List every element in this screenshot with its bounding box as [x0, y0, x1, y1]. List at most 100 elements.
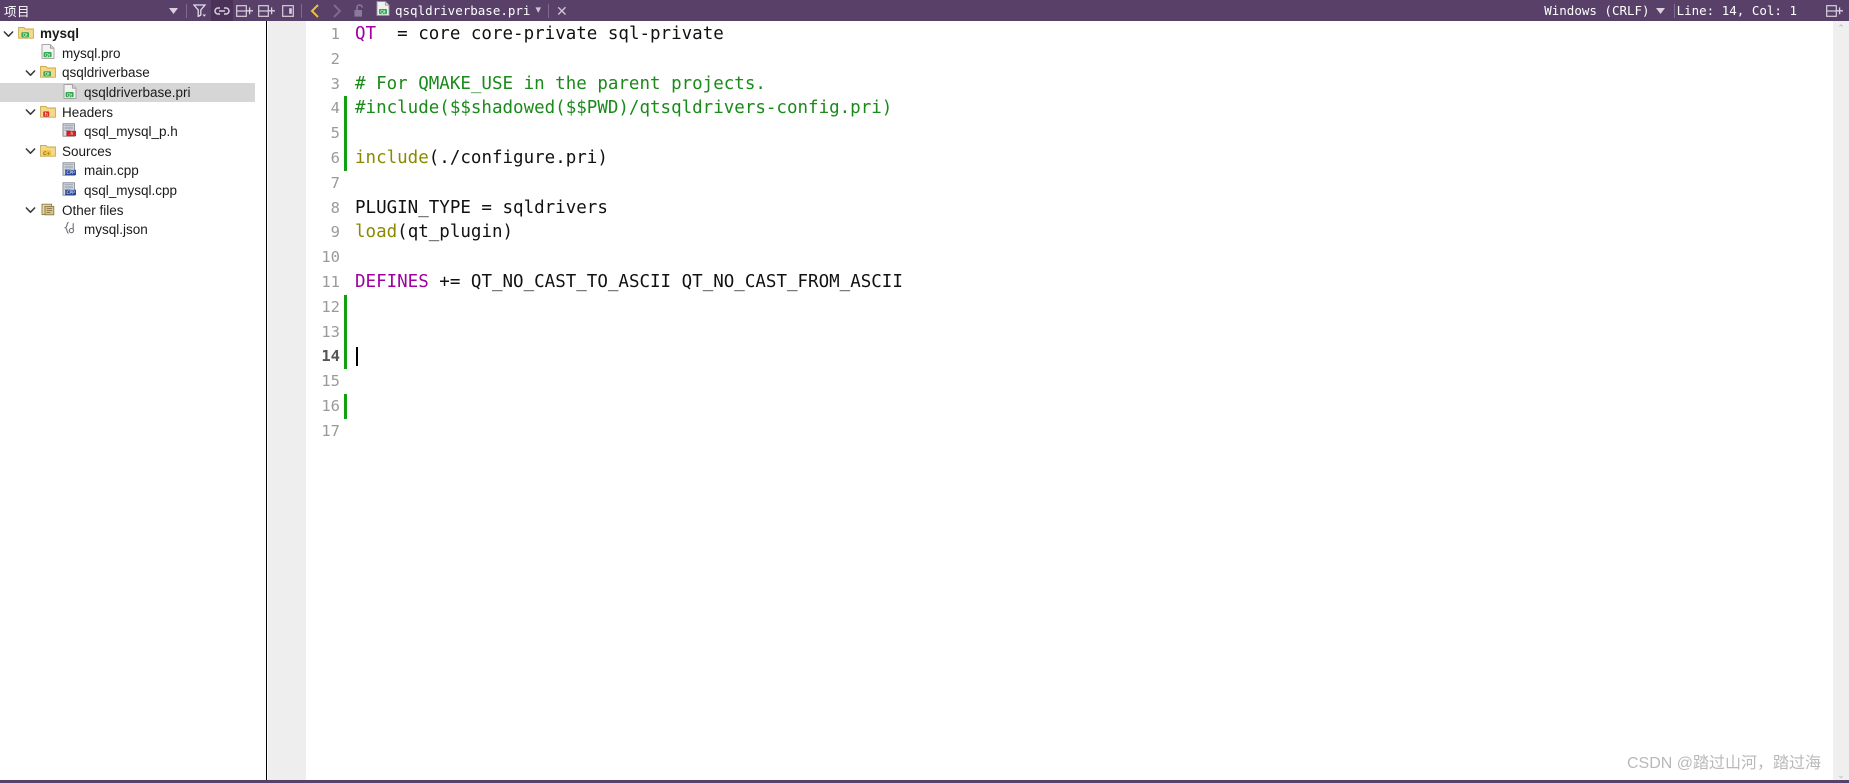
link-with-editor-icon[interactable] — [211, 0, 233, 21]
code-line[interactable]: 9 load(qt_plugin) — [306, 220, 1849, 245]
code-line-text: # For QMAKE_USE in the parent projects. — [347, 72, 766, 97]
tree-item-icon-wrap: h — [38, 104, 57, 121]
tree-item-other-files[interactable]: Other files — [0, 200, 255, 220]
chevron-down-icon[interactable] — [3, 30, 14, 38]
code-line[interactable]: 3 # For QMAKE_USE in the parent projects. — [306, 72, 1849, 97]
filter-dropdown-caret-icon[interactable] — [162, 0, 184, 21]
tree-item-mysql-json[interactable]: mysql.json — [0, 220, 255, 240]
navigate-back-icon[interactable] — [304, 0, 326, 21]
qt-creator-window: 项目 Qt qsqldriverbase.pri ▾ ✕ Windows (CR… — [0, 0, 1849, 783]
cpp-file-icon: CPP — [62, 182, 77, 199]
line-number: 11 — [321, 272, 340, 291]
chevron-down-icon[interactable]: ▾ — [535, 5, 541, 16]
code-token: # For QMAKE_USE in the parent projects. — [355, 73, 766, 94]
filter-icon[interactable] — [189, 0, 211, 21]
line-ending-selector[interactable]: Windows (CRLF) — [1544, 3, 1649, 18]
code-line[interactable]: 11 DEFINES += QT_NO_CAST_TO_ASCII QT_NO_C… — [306, 270, 1849, 295]
line-number: 4 — [330, 99, 340, 118]
code-token: include — [355, 147, 429, 168]
svg-text:Qt: Qt — [44, 72, 49, 78]
code-line[interactable]: 5 — [306, 121, 1849, 146]
code-line[interactable]: 2 — [306, 47, 1849, 72]
code-line[interactable]: 4 #include($$shadowed($$PWD)/qtsqldrivers… — [306, 96, 1849, 122]
tree-item-main-cpp[interactable]: CPP main.cpp — [0, 161, 255, 181]
tree-item-label: qsqldriverbase.pri — [84, 85, 191, 101]
change-marker — [344, 319, 347, 345]
code-line[interactable]: 6 include(./configure.pri) — [306, 145, 1849, 171]
qt-project-folder-icon: Qt — [17, 25, 34, 42]
tree-item-mysql-pro[interactable]: Qt mysql.pro — [0, 44, 255, 64]
tree-item-icon-wrap: CPP — [60, 182, 79, 199]
expand-arrow[interactable] — [22, 147, 38, 155]
scroll-down-icon[interactable]: ⌄ — [1833, 771, 1849, 780]
expand-arrow[interactable] — [22, 108, 38, 116]
change-marker — [344, 47, 347, 72]
scroll-up-icon[interactable]: ⌃ — [1833, 24, 1849, 33]
line-number: 14 — [321, 347, 340, 366]
expand-arrow[interactable] — [0, 30, 16, 38]
code-editor[interactable]: 1 QT = core core-private sql-private 2 3 # F… — [255, 21, 1849, 783]
tree-item-icon-wrap: Qt — [60, 83, 79, 102]
unlock-icon[interactable] — [348, 0, 370, 21]
headers-folder-icon: h — [39, 104, 56, 121]
tree-item-sources[interactable]: C+ Sources — [0, 142, 255, 162]
toolbar-divider — [301, 3, 302, 18]
code-line[interactable]: 15 — [306, 369, 1849, 394]
editor-tab-qsqldriverbase-pri[interactable]: Qt qsqldriverbase.pri ▾ ✕ — [370, 0, 572, 21]
tree-item-qsql-mysql-cpp[interactable]: CPP qsql_mysql.cpp — [0, 181, 255, 201]
code-line-text: QT = core core-private sql-private — [347, 22, 724, 47]
code-line[interactable]: 1 QT = core core-private sql-private — [306, 22, 1849, 47]
split-add-icon[interactable] — [1823, 0, 1845, 21]
code-line[interactable]: 12 — [306, 294, 1849, 320]
split-add-icon[interactable] — [233, 0, 255, 21]
line-number: 8 — [330, 198, 340, 217]
code-token: += QT_NO_CAST_TO_ASCII QT_NO_CAST_FROM_A… — [428, 271, 903, 292]
chevron-down-icon[interactable] — [1650, 0, 1672, 21]
cursor-position-indicator[interactable]: Line: 14, Col: 1 — [1677, 3, 1797, 18]
json-file-icon — [62, 221, 77, 238]
split-add-icon[interactable] — [255, 0, 277, 21]
close-icon[interactable]: ✕ — [556, 4, 568, 18]
chevron-down-icon[interactable] — [25, 206, 36, 214]
code-line[interactable]: 10 — [306, 245, 1849, 270]
svg-text:.h: .h — [69, 131, 73, 137]
project-tree[interactable]: Qt mysql Qt mysql.pro Qt qsqldriverbase Qt qsql… — [0, 21, 255, 783]
tree-item-icon-wrap — [38, 202, 57, 219]
tree-item-label: main.cpp — [84, 163, 139, 179]
tree-item-mysql[interactable]: Qt mysql — [0, 24, 255, 44]
tree-item-label: qsql_mysql.cpp — [84, 183, 178, 199]
code-text-area[interactable]: 1 QT = core core-private sql-private 2 3 # F… — [306, 21, 1849, 783]
toolbar-divider — [186, 3, 187, 18]
chevron-down-icon[interactable] — [25, 69, 36, 77]
project-panel-title: 项目 — [4, 5, 31, 19]
code-token: DEFINES — [355, 271, 429, 292]
other-files-folder-icon — [40, 202, 56, 219]
line-number-gutter — [268, 21, 306, 783]
tree-item-qsql-mysql-p-h[interactable]: .h qsql_mysql_p.h — [0, 122, 255, 142]
chevron-down-icon[interactable] — [25, 147, 36, 155]
toolbar-divider — [1673, 3, 1675, 18]
tree-item-icon-wrap: Qt — [38, 44, 57, 62]
editor-bookmark-gutter[interactable] — [255, 21, 267, 783]
close-split-icon[interactable] — [277, 0, 299, 21]
chevron-down-icon[interactable] — [25, 108, 36, 116]
tree-item-icon-wrap: Qt — [16, 25, 35, 42]
code-line[interactable]: 13 — [306, 319, 1849, 345]
expand-arrow[interactable] — [22, 206, 38, 214]
qt-project-folder-icon: Qt — [39, 64, 56, 81]
code-line[interactable]: 8 PLUGIN_TYPE = sqldrivers — [306, 196, 1849, 221]
code-line[interactable]: 16 — [306, 393, 1849, 419]
tree-item-qsqldriverbase-pri[interactable]: Qt qsqldriverbase.pri — [0, 82, 255, 103]
tree-item-qsqldriverbase[interactable]: Qt qsqldriverbase — [0, 63, 255, 83]
editor-vertical-scrollbar[interactable]: ⌃ ⌄ — [1833, 21, 1849, 783]
code-line[interactable]: 14 — [306, 344, 1849, 370]
tree-item-label: qsqldriverbase — [62, 65, 150, 81]
tree-item-headers[interactable]: h Headers — [0, 102, 255, 122]
code-line[interactable]: 7 — [306, 171, 1849, 196]
cpp-file-icon: CPP — [62, 162, 77, 179]
expand-arrow[interactable] — [22, 69, 38, 77]
change-marker — [344, 294, 347, 320]
code-line-text: PLUGIN_TYPE = sqldrivers — [347, 196, 608, 221]
code-line[interactable]: 17 — [306, 419, 1849, 444]
tree-item-icon-wrap: .h — [60, 123, 79, 140]
